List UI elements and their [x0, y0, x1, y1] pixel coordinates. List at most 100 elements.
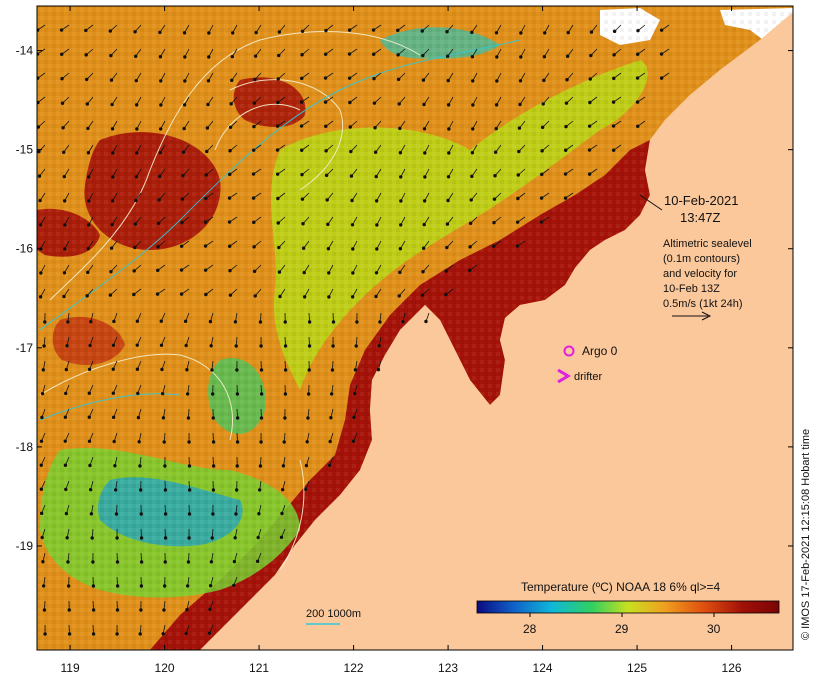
velocity-arrow-head — [348, 125, 352, 129]
colorbar-tick-28: 28 — [523, 622, 537, 636]
velocity-arrow-head — [276, 100, 280, 105]
velocity-arrow-head — [518, 102, 522, 107]
velocity-arrow-head — [62, 294, 66, 299]
velocity-arrow-head — [563, 148, 568, 152]
velocity-arrow-head — [111, 175, 115, 179]
velocity-arrow-head — [423, 175, 427, 179]
velocity-arrow-head — [139, 560, 144, 564]
velocity-arrow-head — [183, 55, 187, 59]
velocity-arrow-head — [208, 607, 212, 612]
velocity-arrow-head — [277, 270, 282, 274]
velocity-arrow-head — [208, 319, 213, 324]
velocity-arrow-head — [518, 79, 523, 83]
velocity-arrow-head — [133, 245, 137, 250]
velocity-arrow-head — [111, 415, 116, 420]
velocity-arrow-head — [209, 560, 214, 564]
velocity-arrow-head — [327, 463, 332, 468]
velocity-arrow-head — [87, 391, 92, 395]
velocity-arrow-head — [252, 245, 256, 249]
velocity-arrow-head — [331, 344, 335, 348]
velocity-arrow-head — [112, 319, 116, 324]
x-tick-label: 122 — [344, 661, 364, 675]
velocity-arrow-head — [235, 368, 239, 372]
velocity-arrow-head — [185, 392, 190, 396]
velocity-arrow-head — [494, 31, 499, 35]
velocity-arrow-head — [372, 76, 376, 81]
velocity-arrow-head — [228, 125, 233, 129]
velocity-arrow-head — [259, 368, 264, 372]
velocity-arrow-head — [115, 584, 120, 588]
velocity-arrow-head — [37, 149, 41, 154]
velocity-arrow-head — [373, 150, 378, 154]
velocity-arrow-head — [351, 247, 355, 251]
velocity-arrow-head — [301, 222, 305, 226]
velocity-arrow-head — [64, 511, 69, 516]
velocity-arrow-head — [228, 293, 233, 297]
velocity-arrow-head — [519, 31, 523, 35]
velocity-arrow-head — [108, 293, 113, 297]
velocity-arrow-head — [38, 295, 43, 299]
velocity-arrow-head — [211, 464, 216, 468]
velocity-arrow-head — [180, 197, 185, 201]
velocity-arrow-head — [205, 126, 210, 130]
velocity-arrow-head — [158, 174, 162, 179]
argo-label: Argo 0 — [582, 344, 618, 358]
velocity-arrow-head — [300, 53, 304, 57]
velocity-arrow-head — [39, 487, 44, 491]
velocity-arrow-head — [91, 560, 95, 564]
velocity-arrow-head — [163, 536, 168, 540]
velocity-arrow-head — [424, 319, 428, 324]
velocity-arrow-head — [182, 103, 187, 107]
velocity-arrow-head — [91, 584, 96, 588]
velocity-arrow-head — [208, 583, 213, 588]
velocity-arrow-head — [329, 416, 333, 420]
velocity-arrow-head — [115, 536, 119, 540]
velocity-arrow-head — [115, 608, 120, 612]
velocity-arrow-head — [115, 560, 120, 564]
velocity-arrow-head — [542, 55, 547, 59]
velocity-arrow-head — [204, 173, 208, 177]
velocity-arrow-head — [371, 28, 376, 32]
velocity-arrow-head — [135, 127, 139, 131]
velocity-arrow-head — [659, 52, 664, 56]
velocity-arrow-head — [180, 220, 184, 225]
velocity-arrow-head — [65, 344, 69, 348]
velocity-arrow-head — [542, 78, 546, 83]
velocity-arrow-head — [63, 439, 67, 443]
velocity-arrow-head — [91, 608, 96, 612]
velocity-arrow-head — [635, 76, 640, 80]
velocity-arrow-head — [589, 30, 594, 34]
velocity-arrow-head — [306, 392, 311, 396]
velocity-arrow-head — [283, 344, 288, 348]
velocity-arrow-head — [63, 415, 68, 419]
velocity-arrow-head — [139, 536, 144, 540]
velocity-arrow-head — [87, 175, 91, 179]
velocity-arrow-head — [156, 245, 160, 249]
velocity-arrow-head — [38, 223, 43, 227]
velocity-arrow-head — [109, 78, 114, 82]
velocity-arrow-head — [305, 440, 309, 444]
velocity-arrow-head — [255, 559, 260, 564]
altimetry-line-3: and velocity for — [663, 268, 737, 280]
velocity-arrow-head — [162, 608, 166, 612]
velocity-arrow-head — [87, 415, 91, 419]
velocity-arrow-head — [612, 76, 616, 81]
velocity-arrow-head — [211, 416, 215, 420]
velocity-arrow-head — [469, 198, 473, 202]
velocity-arrow-head — [203, 220, 208, 224]
velocity-arrow-head — [492, 220, 496, 225]
velocity-arrow-head — [446, 175, 451, 179]
velocity-arrow-head — [86, 151, 91, 155]
velocity-arrow-head — [233, 320, 238, 324]
velocity-arrow-head — [66, 584, 71, 588]
velocity-arrow-head — [40, 535, 44, 540]
imos-credit: © IMOS 17-Feb-2021 12:15:08 Hobart time — [800, 428, 812, 640]
velocity-arrow-head — [566, 30, 570, 35]
velocity-arrow-head — [541, 102, 545, 106]
velocity-arrow-head — [447, 127, 451, 131]
velocity-arrow-head — [329, 392, 334, 396]
velocity-arrow-head — [109, 53, 113, 58]
velocity-arrow-head — [300, 29, 305, 33]
velocity-arrow-head — [43, 632, 47, 636]
velocity-arrow-head — [89, 512, 94, 516]
